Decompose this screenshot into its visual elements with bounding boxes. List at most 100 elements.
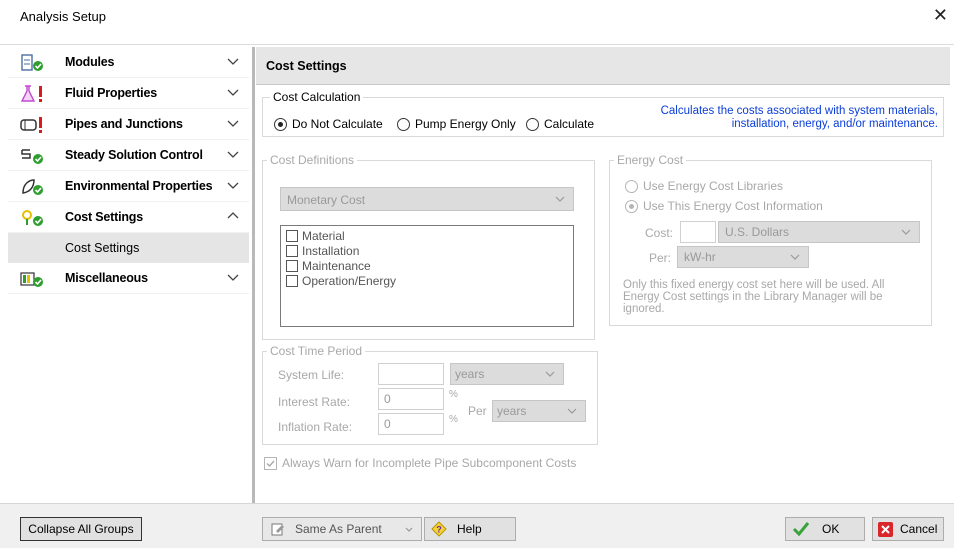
title-bar: Analysis Setup ✕ bbox=[0, 0, 954, 45]
radio-circle[interactable] bbox=[625, 199, 638, 213]
chevron-down-icon bbox=[555, 196, 565, 202]
help-button[interactable]: ? Help bbox=[424, 517, 516, 541]
list-item[interactable]: Material bbox=[281, 228, 573, 243]
interest-rate-input[interactable]: 0 bbox=[378, 388, 444, 410]
pipes-junctions-icon bbox=[20, 117, 42, 133]
chevron-down-icon[interactable] bbox=[227, 271, 239, 283]
sidebar-group-modules[interactable]: Modules bbox=[8, 47, 249, 78]
sidebar-group-steady-solution[interactable]: Steady Solution Control bbox=[8, 140, 249, 171]
cancel-icon bbox=[878, 521, 893, 537]
radio-label: Pump Energy Only bbox=[415, 117, 516, 131]
radio-do-not-calculate[interactable]: Do Not Calculate bbox=[274, 117, 383, 131]
chevron-down-icon[interactable] bbox=[227, 86, 239, 98]
same-as-parent-button[interactable]: Same As Parent bbox=[262, 517, 422, 541]
checkbox[interactable] bbox=[286, 274, 298, 287]
rate-unit-dropdown[interactable]: years bbox=[492, 400, 586, 422]
radio-circle[interactable] bbox=[526, 117, 539, 131]
radio-label: Use This Energy Cost Information bbox=[643, 199, 823, 213]
chevron-down-icon[interactable] bbox=[227, 55, 239, 67]
chevron-down-icon[interactable] bbox=[227, 148, 239, 160]
sidebar: Modules Fluid Properties Pipes and Junct… bbox=[8, 47, 249, 503]
environmental-icon bbox=[22, 179, 43, 195]
sidebar-group-label: Fluid Properties bbox=[65, 86, 157, 100]
footer-bar: Collapse All Groups Same As Parent ? Hel… bbox=[0, 503, 954, 548]
sidebar-group-fluid-properties[interactable]: Fluid Properties bbox=[8, 78, 249, 109]
list-item-label: Maintenance bbox=[302, 258, 371, 273]
cost-calculation-description: Calculates the costs associated with sys… bbox=[660, 105, 938, 130]
cost-type-dropdown[interactable]: Monetary Cost bbox=[280, 187, 574, 211]
radio-label: Do Not Calculate bbox=[292, 117, 383, 131]
steady-solution-icon bbox=[21, 149, 43, 164]
chevron-down-icon[interactable] bbox=[227, 179, 239, 191]
radio-circle[interactable] bbox=[274, 117, 287, 131]
panel-title: Cost Settings bbox=[266, 59, 347, 73]
energy-unit-dropdown[interactable]: kW-hr bbox=[677, 246, 809, 268]
interest-rate-label: Interest Rate: bbox=[278, 395, 351, 409]
system-life-unit-dropdown[interactable]: years bbox=[450, 363, 564, 385]
cost-label: Cost: bbox=[645, 226, 674, 240]
help-icon: ? bbox=[431, 521, 447, 537]
sidebar-group-environmental[interactable]: Environmental Properties bbox=[8, 171, 249, 202]
always-warn-checkbox-row[interactable]: Always Warn for Incomplete Pipe Subcompo… bbox=[264, 456, 576, 470]
percent-label: % bbox=[449, 414, 458, 425]
dropdown-value: U.S. Dollars bbox=[725, 225, 790, 239]
checkmark-icon bbox=[792, 522, 810, 537]
list-item[interactable]: Maintenance bbox=[281, 258, 573, 273]
window-title: Analysis Setup bbox=[20, 9, 106, 24]
chevron-down-icon bbox=[567, 408, 577, 414]
dropdown-value: Monetary Cost bbox=[287, 193, 366, 207]
always-warn-label: Always Warn for Incomplete Pipe Subcompo… bbox=[282, 456, 577, 470]
splitter[interactable] bbox=[252, 47, 255, 503]
checkbox[interactable] bbox=[286, 259, 298, 272]
close-icon[interactable]: ✕ bbox=[933, 5, 948, 26]
per-label: Per: bbox=[649, 251, 672, 265]
radio-pump-energy-only[interactable]: Pump Energy Only bbox=[397, 117, 516, 131]
system-life-input[interactable] bbox=[378, 363, 444, 385]
chevron-down-icon bbox=[405, 527, 413, 532]
checkbox[interactable] bbox=[286, 229, 298, 242]
ok-button[interactable]: OK bbox=[785, 517, 865, 541]
chevron-down-icon bbox=[901, 229, 911, 235]
collapse-all-groups-button[interactable]: Collapse All Groups bbox=[20, 517, 142, 541]
list-item[interactable]: Installation bbox=[281, 243, 573, 258]
sidebar-item-label: Cost Settings bbox=[65, 241, 140, 255]
chevron-down-icon[interactable] bbox=[227, 117, 239, 129]
sidebar-group-cost-settings[interactable]: Cost Settings bbox=[8, 202, 249, 233]
energy-cost-note: Only this fixed energy cost set here wil… bbox=[623, 279, 885, 315]
dropdown-value: kW-hr bbox=[684, 250, 716, 264]
radio-label: Use Energy Cost Libraries bbox=[643, 179, 784, 193]
button-label: OK bbox=[822, 522, 840, 536]
sidebar-group-pipes-junctions[interactable]: Pipes and Junctions bbox=[8, 109, 249, 140]
cost-calculation-legend: Cost Calculation bbox=[270, 90, 364, 104]
sidebar-group-label: Pipes and Junctions bbox=[65, 117, 183, 131]
button-label: Help bbox=[457, 522, 482, 536]
radio-calculate[interactable]: Calculate bbox=[526, 117, 594, 131]
miscellaneous-icon bbox=[20, 272, 43, 287]
dropdown-value: years bbox=[455, 367, 485, 381]
inflation-rate-input[interactable]: 0 bbox=[378, 413, 444, 435]
cost-input[interactable] bbox=[680, 221, 716, 243]
currency-dropdown[interactable]: U.S. Dollars bbox=[718, 221, 920, 243]
sidebar-item-cost-settings[interactable]: Cost Settings bbox=[8, 233, 249, 263]
checkbox-checked-icon[interactable] bbox=[264, 456, 277, 470]
chevron-up-icon[interactable] bbox=[227, 210, 239, 222]
edit-icon bbox=[271, 523, 284, 536]
sidebar-group-miscellaneous[interactable]: Miscellaneous bbox=[8, 263, 249, 294]
radio-label: Calculate bbox=[544, 117, 595, 131]
checkbox[interactable] bbox=[286, 244, 298, 257]
inflation-rate-label: Inflation Rate: bbox=[278, 420, 353, 434]
radio-use-this-energy-cost[interactable]: Use This Energy Cost Information bbox=[625, 199, 823, 213]
fluid-properties-icon bbox=[20, 85, 42, 102]
list-item[interactable]: Operation/Energy bbox=[281, 273, 573, 288]
sidebar-group-label: Environmental Properties bbox=[65, 179, 213, 193]
dropdown-value: years bbox=[497, 404, 527, 418]
energy-cost-legend: Energy Cost bbox=[614, 153, 687, 167]
radio-circle[interactable] bbox=[625, 179, 638, 193]
modules-icon bbox=[21, 54, 43, 71]
radio-circle[interactable] bbox=[397, 117, 410, 131]
cancel-button[interactable]: Cancel bbox=[872, 517, 944, 541]
system-life-label: System Life: bbox=[278, 368, 345, 382]
button-label: Cancel bbox=[900, 522, 938, 536]
radio-use-energy-cost-libraries[interactable]: Use Energy Cost Libraries bbox=[625, 179, 783, 193]
cost-definitions-list[interactable]: Material Installation Maintenance Operat… bbox=[280, 225, 574, 327]
